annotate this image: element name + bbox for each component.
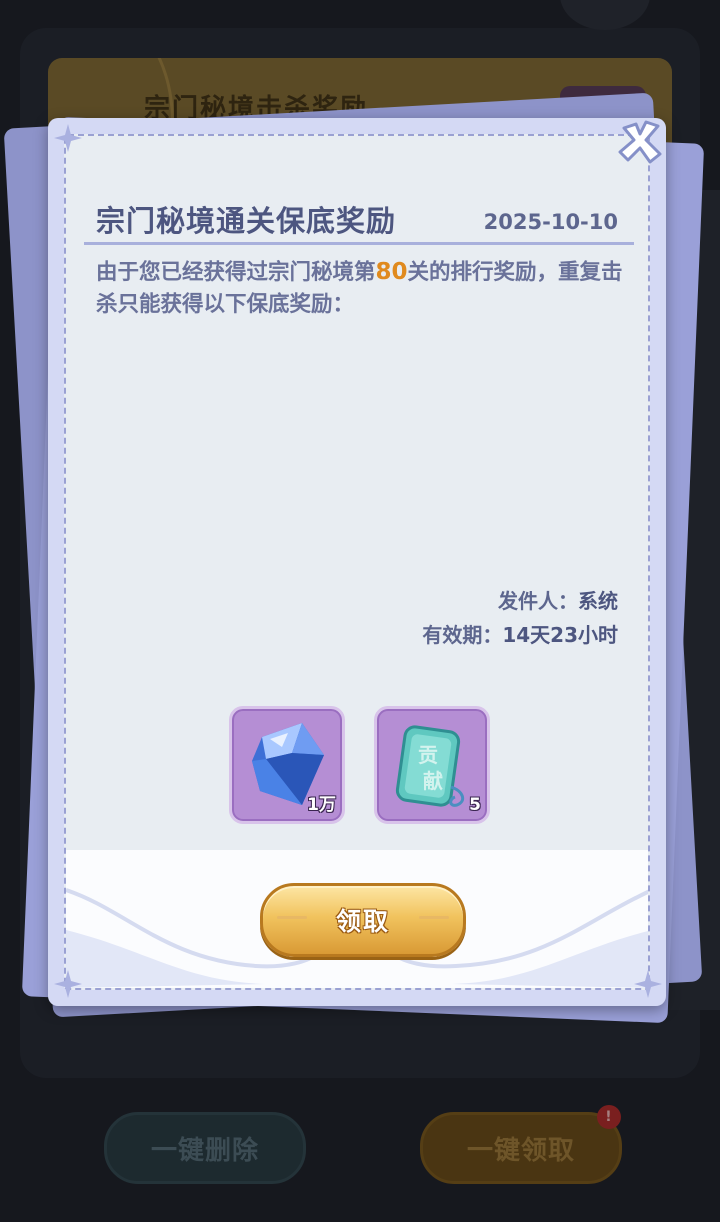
reward-count: 5 (469, 795, 481, 815)
mail-screen: 宗门秘境击杀奖励 一键删除 一键领取 ! 宗门秘境通关保底奖励 2025-10-… (0, 0, 720, 1222)
claim-button[interactable]: 领取 (260, 883, 466, 957)
stage-number-highlight: 80 (375, 259, 408, 285)
claim-all-button[interactable]: 一键领取 ! (420, 1105, 622, 1184)
mail-body-text: 由于您已经获得过宗门秘境第 (96, 260, 376, 285)
mail-body: 由于您已经获得过宗门秘境第80关的排行奖励，重复击杀只能获得以下保底奖励： (96, 256, 626, 321)
reward-item[interactable]: 贡 献 5 (374, 706, 490, 824)
corner-star-icon (634, 970, 662, 998)
button-ornament (277, 916, 307, 919)
claim-all-label: 一键领取 (466, 1135, 575, 1166)
corner-star-icon (54, 124, 82, 152)
claim-button-label: 领取 (335, 907, 390, 936)
button-ornament (419, 916, 449, 919)
validity-label: 有效期： (422, 623, 503, 647)
validity-value: 14天23小时 (502, 623, 618, 647)
sender-value: 系统 (578, 589, 618, 613)
close-button[interactable] (616, 118, 664, 166)
close-icon (618, 120, 662, 164)
title-divider (84, 242, 634, 245)
delete-all-button[interactable]: 一键删除 (104, 1112, 306, 1184)
sender-line: 发件人：系统 (498, 585, 618, 614)
mail-title: 宗门秘境通关保底奖励 (96, 204, 397, 238)
sender-label: 发件人： (498, 589, 578, 613)
mail-dialog (48, 118, 666, 1006)
notification-badge: ! (597, 1105, 621, 1129)
token-glyph-bottom: 献 (423, 769, 443, 793)
delete-all-label: 一键删除 (150, 1135, 259, 1166)
mail-date: 2025-10-10 (483, 210, 618, 234)
corner-star-icon (54, 970, 82, 998)
token-glyph-top: 贡 (418, 743, 438, 767)
reward-item[interactable]: 1万 (229, 706, 345, 824)
reward-count: 1万 (307, 795, 336, 815)
validity-line: 有效期：14天23小时 (422, 619, 618, 648)
background-decoration (560, 0, 650, 30)
